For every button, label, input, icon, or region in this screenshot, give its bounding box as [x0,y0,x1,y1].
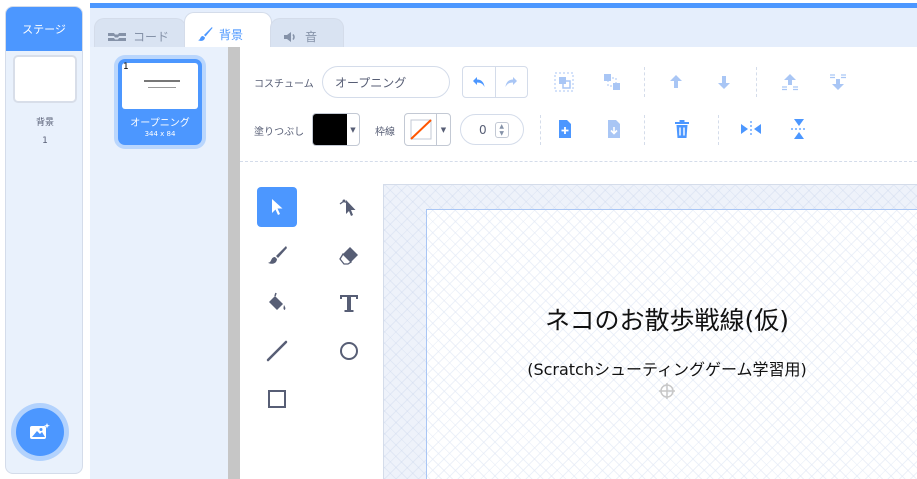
undo-icon [472,77,485,87]
flip-vertical-button[interactable] [785,115,813,143]
stage-thumbnail[interactable] [13,55,77,103]
fill-label: 塗りつぶし [254,127,305,138]
forward-button[interactable] [662,68,690,96]
front-button[interactable] [776,68,804,96]
bring-to-front-icon [782,74,798,91]
costume-name-input[interactable]: オープニング [322,66,450,98]
group-icon [554,72,574,92]
copy-icon [559,120,571,138]
reshape-tool[interactable] [329,187,369,227]
chevron-down-icon: ▼ [440,125,447,134]
fill-color-picker[interactable]: ▼ [312,113,360,146]
paste-button[interactable] [600,115,628,143]
paint-canvas[interactable]: ネコのお散歩戦線(仮) (Scratchシューティングゲーム学習用) [426,209,917,479]
rectangle-tool[interactable] [257,379,297,419]
code-blocks-icon [108,32,126,41]
select-tool[interactable] [257,187,297,227]
canvas-subtitle-text[interactable]: (Scratchシューティングゲーム学習用) [427,356,907,380]
text-t-icon [340,295,358,312]
no-color-slash-icon [410,119,432,140]
toolbar-separator [540,115,541,145]
eraser-tool[interactable] [329,235,369,275]
outline-label: 枠線 [375,127,395,138]
send-to-back-icon [830,74,846,90]
stroke-width-value: 0 [479,122,487,137]
stroke-width-input[interactable]: 0 ▲ ▼ [460,114,524,145]
thumbnail-text-line [148,87,176,88]
canvas-title-text[interactable]: ネコのお散歩戦線(仮) [427,301,907,337]
brush-tool[interactable] [257,235,297,275]
stage-header: ステージ [6,7,82,51]
paste-icon [608,120,620,138]
ungroup-icon [604,74,620,90]
arrow-up-icon [670,75,682,88]
undo-button[interactable] [463,67,496,97]
tab-code-label: コード [133,30,170,44]
backdrop-count: 1 [42,136,48,146]
undo-redo-group [462,66,528,98]
flip-horizontal-button[interactable] [737,115,765,143]
outline-color-swatch [405,114,437,145]
add-image-icon [30,423,50,439]
reshape-pointer-icon [339,199,356,216]
thumbnail-text-line [144,80,180,82]
paint-canvas-area[interactable]: ネコのお散歩戦線(仮) (Scratchシューティングゲーム学習用) [383,184,917,479]
delete-button[interactable] [668,115,696,143]
redo-icon [505,77,518,87]
eraser-icon [339,247,358,265]
toolbar-separator [718,115,719,145]
paintbrush-icon [198,27,213,41]
ungroup-button[interactable] [598,68,626,96]
backward-button[interactable] [710,68,738,96]
group-button[interactable] [550,68,578,96]
rectangle-icon [268,390,286,408]
circle-tool[interactable] [329,331,369,371]
text-tool[interactable] [329,283,369,323]
costume-number: 1 [123,62,129,72]
rotation-center-icon [659,383,675,399]
tab-sounds-label: 音 [305,30,318,44]
arrow-pointer-icon [272,199,283,215]
flip-vertical-icon [791,119,807,139]
arrow-down-icon [718,76,730,89]
fill-tool[interactable] [257,283,297,323]
brush-icon [268,246,287,264]
costume-item-selected[interactable]: 1 オープニング 344 x 84 [118,59,202,145]
trash-icon [675,120,689,138]
toolbar-separator [644,67,645,97]
backdrop-label: 背景 [35,118,54,128]
costume-list: 1 オープニング 344 x 84 [90,47,228,479]
paint-bucket-icon [269,292,286,310]
toolbar-separator [644,115,645,145]
circle-icon [340,342,358,360]
panel-divider [228,47,240,479]
tab-backdrops-label: 背景 [219,27,244,42]
copy-button[interactable] [551,115,579,143]
line-tool[interactable] [257,331,297,371]
redo-button[interactable] [496,67,528,97]
toolbar-divider [240,161,917,162]
paint-editor: コスチューム オープニング 塗りつぶし ▼ 枠線 ▼ 0 ▲ ▼ ネコのお散歩戦… [240,47,917,479]
costume-size: 344 x 84 [144,130,176,138]
paint-editor-window: ステージ 背景 1 コード 背景 音 1 オープニング 344 x 84 コスチ… [0,0,917,479]
costume-thumbnail [122,63,198,109]
costume-name: オープニング [130,118,190,129]
fill-color-swatch [313,114,347,145]
back-button[interactable] [824,68,852,96]
toolbar-separator [756,67,757,97]
speaker-icon [284,31,295,42]
choose-backdrop-button[interactable] [16,408,64,456]
stage-panel[interactable]: ステージ 背景 1 [5,6,83,474]
chevron-down-icon: ▼ [350,125,356,134]
stroke-width-stepper[interactable]: ▲ ▼ [494,121,509,138]
costume-name-label: コスチューム [254,79,314,90]
stage-column: ステージ 背景 1 [0,0,90,479]
flip-horizontal-icon [741,121,761,137]
line-icon [266,340,288,362]
outline-color-picker[interactable]: ▼ [404,113,451,146]
